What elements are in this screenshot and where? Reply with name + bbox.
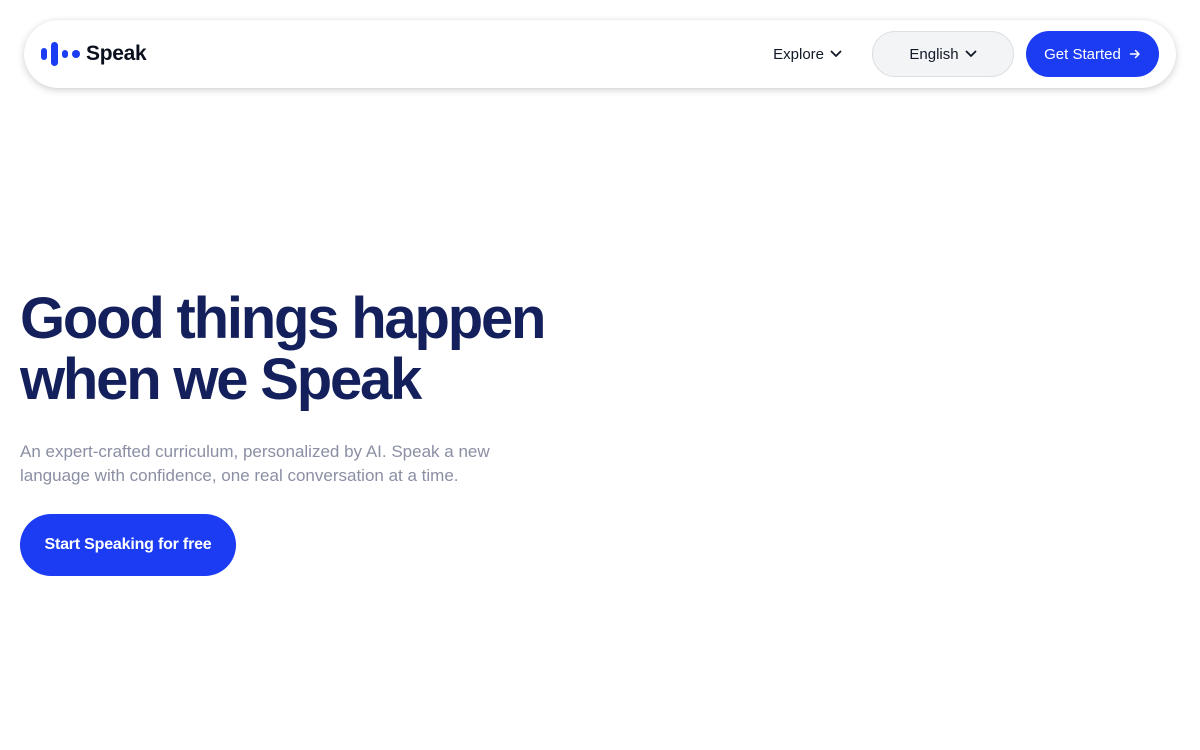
get-started-label: Get Started bbox=[1044, 45, 1121, 63]
language-select-button[interactable]: English bbox=[872, 31, 1014, 77]
speak-logo-icon bbox=[41, 42, 80, 66]
chevron-down-icon bbox=[830, 50, 842, 57]
top-navbar: Speak Explore English Get Started bbox=[24, 20, 1176, 88]
hero-title-line-1: Good things happen bbox=[20, 286, 546, 351]
chevron-down-icon bbox=[965, 50, 976, 57]
page: Speak Explore English Get Started Good t… bbox=[0, 0, 1200, 750]
explore-menu-button[interactable]: Explore bbox=[773, 40, 842, 69]
start-speaking-button[interactable]: Start Speaking for free bbox=[20, 514, 236, 576]
hero-section: Good things happen when we Speak An expe… bbox=[20, 288, 640, 576]
explore-label: Explore bbox=[773, 45, 824, 63]
arrow-right-icon bbox=[1129, 49, 1140, 59]
language-label: English bbox=[909, 45, 959, 63]
get-started-button[interactable]: Get Started bbox=[1026, 31, 1159, 77]
logo-text: Speak bbox=[86, 42, 147, 65]
hero-title-line-2: when we Speak bbox=[20, 347, 422, 412]
hero-subtitle: An expert-crafted curriculum, personaliz… bbox=[20, 442, 490, 485]
logo-link[interactable]: Speak bbox=[40, 41, 147, 67]
hero-title: Good things happen when we Speak bbox=[20, 288, 640, 410]
